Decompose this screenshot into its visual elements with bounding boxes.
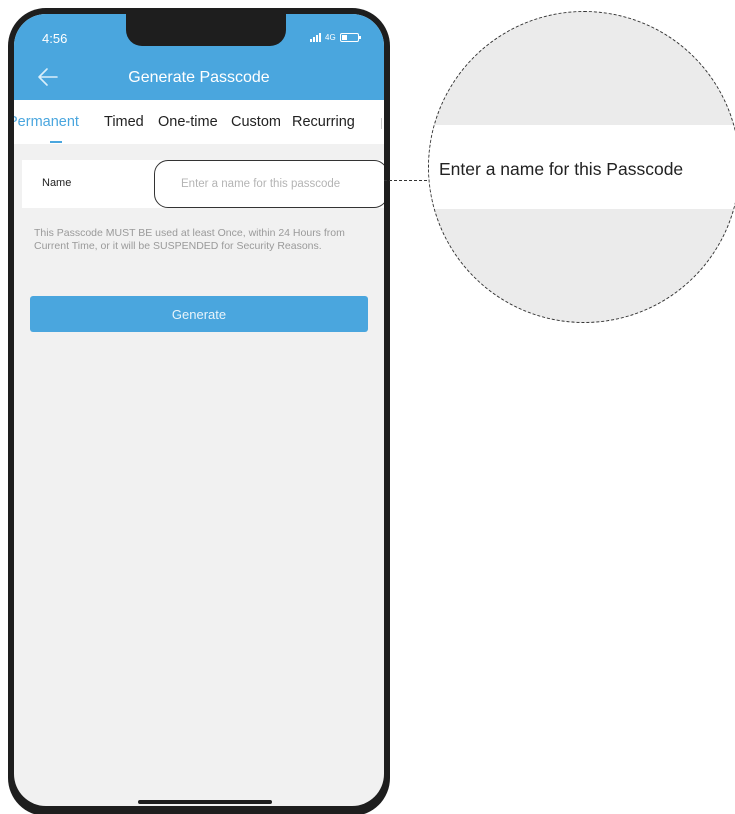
phone-frame: 4:56 4G Generate Passcode Permanent Time… xyxy=(8,8,390,814)
network-type: 4G xyxy=(325,33,336,42)
tab-bar: Permanent Timed One-time Custom Recurrin… xyxy=(14,100,384,144)
phone-notch xyxy=(126,14,286,46)
name-input[interactable] xyxy=(154,160,384,208)
home-indicator xyxy=(138,800,272,804)
zoom-callout: Enter a name for this Passcode xyxy=(428,11,735,323)
callout-connector xyxy=(384,180,432,181)
tab-custom[interactable]: Custom xyxy=(231,114,281,130)
status-indicators: 4G xyxy=(310,33,361,42)
signal-icon xyxy=(310,33,321,42)
tab-timed[interactable]: Timed xyxy=(104,114,144,130)
status-time: 4:56 xyxy=(42,31,68,46)
zoom-callout-text: Enter a name for this Passcode xyxy=(439,159,684,179)
battery-icon xyxy=(339,33,361,42)
phone-screen: 4:56 4G Generate Passcode Permanent Time… xyxy=(14,14,384,806)
page-title: Generate Passcode xyxy=(128,69,270,86)
generate-button[interactable]: Generate xyxy=(30,296,368,332)
name-label: Name xyxy=(42,177,72,189)
active-tab-indicator xyxy=(50,141,62,143)
tab-overflow-divider xyxy=(381,118,382,129)
tab-recurring[interactable]: Recurring xyxy=(292,114,355,130)
tab-permanent[interactable]: Permanent xyxy=(14,114,79,130)
tab-one-time[interactable]: One-time xyxy=(158,114,218,130)
passcode-notice: This Passcode MUST BE used at least Once… xyxy=(34,227,345,252)
name-row: Name xyxy=(22,160,384,208)
